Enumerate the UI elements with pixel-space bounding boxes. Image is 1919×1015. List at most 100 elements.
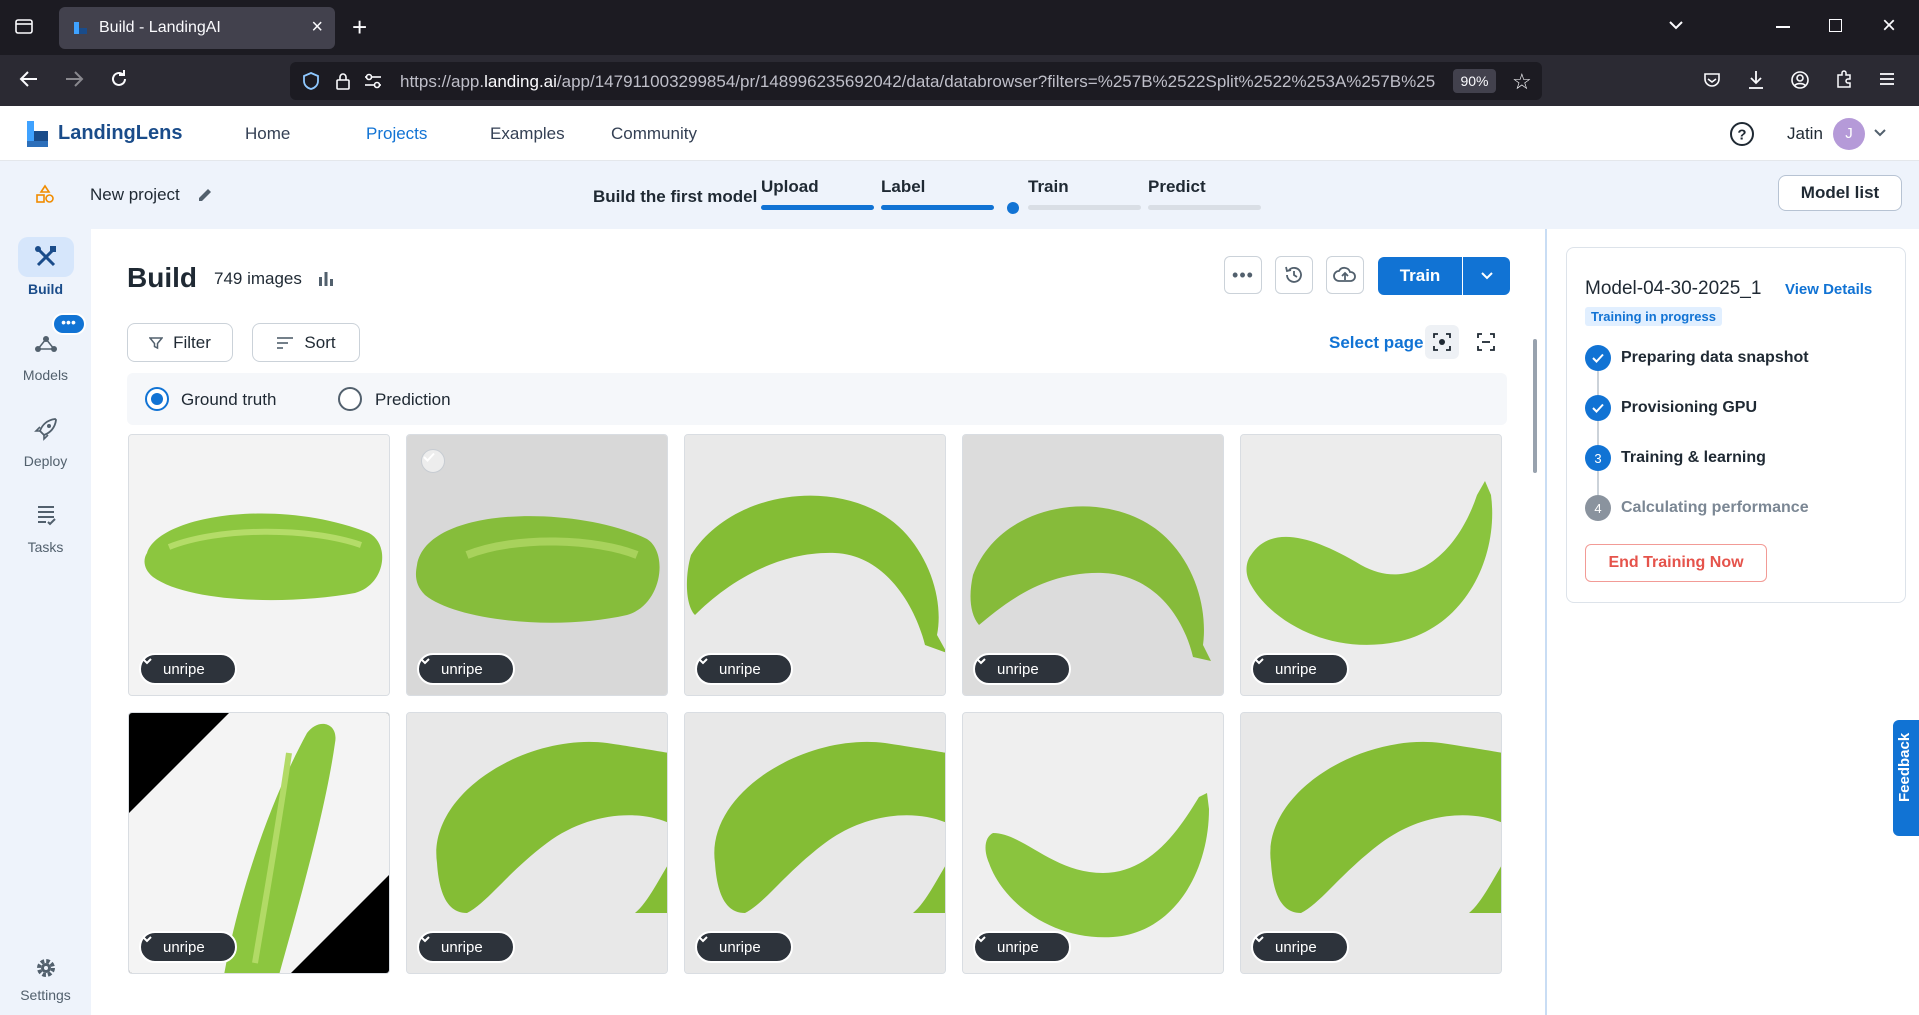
- filter-button[interactable]: Filter: [127, 323, 233, 362]
- menu-icon[interactable]: [1878, 71, 1896, 92]
- image-card[interactable]: unripe: [128, 712, 390, 974]
- user-name[interactable]: Jatin: [1787, 124, 1823, 144]
- image-card[interactable]: unripe: [128, 434, 390, 696]
- sidebar-item-models[interactable]: ••• Models: [0, 313, 91, 383]
- image-card[interactable]: unripe: [406, 434, 668, 696]
- training-status-card: Model-04-30-2025_1 View Details Training…: [1566, 247, 1906, 603]
- class-label-dropdown[interactable]: unripe: [1251, 653, 1349, 685]
- url-text[interactable]: https://app.landing.ai/app/1479110032998…: [400, 72, 1445, 92]
- image-card[interactable]: unripe: [684, 712, 946, 974]
- model-list-button[interactable]: Model list: [1778, 175, 1902, 211]
- tab-close-icon[interactable]: ×: [311, 16, 323, 38]
- end-training-button[interactable]: End Training Now: [1585, 544, 1767, 582]
- select-page-link[interactable]: Select page: [1329, 333, 1424, 353]
- reload-icon[interactable]: [108, 68, 130, 95]
- extensions-icon[interactable]: [1834, 69, 1854, 94]
- tab-list-icon[interactable]: [14, 16, 34, 41]
- nav-projects[interactable]: Projects: [366, 124, 427, 144]
- avatar[interactable]: J: [1833, 118, 1865, 150]
- site-permissions-icon[interactable]: [363, 72, 383, 95]
- check-circle-icon: [1585, 395, 1611, 421]
- downloads-icon[interactable]: [1746, 69, 1766, 96]
- help-icon[interactable]: ?: [1729, 121, 1755, 152]
- class-label-dropdown[interactable]: unripe: [139, 931, 237, 963]
- stage-label: Training & learning: [1621, 449, 1766, 466]
- history-button[interactable]: [1275, 256, 1313, 294]
- sidebar-item-settings[interactable]: Settings: [0, 953, 91, 1003]
- restore-icon[interactable]: [1829, 19, 1842, 32]
- stats-bar-chart-icon[interactable]: [317, 269, 335, 292]
- step-label[interactable]: Label: [881, 177, 925, 197]
- more-options-button[interactable]: •••: [1224, 256, 1262, 294]
- class-label-dropdown[interactable]: unripe: [417, 653, 515, 685]
- sort-label: Sort: [304, 332, 336, 352]
- feedback-tab[interactable]: Feedback: [1893, 720, 1919, 836]
- class-label-dropdown[interactable]: unripe: [973, 653, 1071, 685]
- class-label: unripe: [997, 660, 1039, 678]
- status-badge: Training in progress: [1585, 307, 1722, 326]
- back-icon[interactable]: [18, 68, 40, 95]
- view-details-link[interactable]: View Details: [1785, 281, 1872, 298]
- stage-label: Preparing data snapshot: [1621, 349, 1809, 366]
- image-card[interactable]: unripe: [684, 434, 946, 696]
- bookmark-star-icon[interactable]: ☆: [1512, 69, 1532, 95]
- step-current-dot: [1007, 202, 1019, 214]
- sidebar-item-build[interactable]: Build: [0, 237, 91, 297]
- train-button[interactable]: Train: [1378, 257, 1462, 295]
- focus-view-button[interactable]: [1425, 325, 1459, 359]
- label-view-toggle: Ground truth Prediction: [127, 373, 1507, 425]
- select-check-icon[interactable]: [421, 449, 445, 473]
- prediction-label[interactable]: Prediction: [375, 390, 451, 410]
- class-label-dropdown[interactable]: unripe: [695, 931, 793, 963]
- app-logo-text[interactable]: LandingLens: [58, 122, 182, 145]
- image-card[interactable]: unripe: [1240, 712, 1502, 974]
- class-label-dropdown[interactable]: unripe: [1251, 931, 1349, 963]
- expand-view-button[interactable]: [1469, 325, 1503, 359]
- class-label-dropdown[interactable]: unripe: [139, 653, 237, 685]
- class-label-dropdown[interactable]: unripe: [417, 931, 515, 963]
- url-bar[interactable]: https://app.landing.ai/app/1479110032998…: [290, 62, 1542, 100]
- sort-button[interactable]: Sort: [252, 323, 360, 362]
- step-upload[interactable]: Upload: [761, 177, 819, 197]
- ground-truth-label[interactable]: Ground truth: [181, 390, 276, 410]
- image-card[interactable]: unripe: [1240, 434, 1502, 696]
- step-predict[interactable]: Predict: [1148, 177, 1206, 197]
- landinglens-logo-icon[interactable]: [25, 119, 53, 154]
- sidebar-item-tasks[interactable]: Tasks: [0, 495, 91, 555]
- nav-examples[interactable]: Examples: [490, 124, 565, 144]
- left-sidebar: Build ••• Models Deploy Tasks Settings: [0, 229, 91, 1015]
- image-card[interactable]: unripe: [406, 712, 668, 974]
- shield-icon[interactable]: [301, 71, 321, 96]
- new-tab-icon[interactable]: +: [352, 12, 367, 43]
- nav-home[interactable]: Home: [245, 124, 290, 144]
- account-icon[interactable]: [1790, 70, 1810, 95]
- prediction-radio[interactable]: [338, 387, 362, 411]
- user-menu-chevron-icon[interactable]: [1872, 125, 1888, 146]
- nav-community[interactable]: Community: [611, 124, 697, 144]
- browser-tab-active[interactable]: Build - LandingAI ×: [59, 7, 335, 49]
- forward-icon[interactable]: [63, 68, 85, 95]
- pocket-icon[interactable]: [1702, 70, 1722, 95]
- filter-label: Filter: [173, 332, 211, 352]
- check-circle-icon: [1585, 345, 1611, 371]
- train-dropdown-button[interactable]: [1463, 257, 1510, 295]
- lock-icon[interactable]: [334, 71, 352, 96]
- grid-scrollbar[interactable]: [1533, 339, 1537, 473]
- class-label-dropdown[interactable]: unripe: [973, 931, 1071, 963]
- project-shapes-icon: [35, 184, 55, 209]
- upload-cloud-button[interactable]: [1326, 256, 1364, 294]
- tab-overflow-chevron-icon[interactable]: [1667, 16, 1685, 39]
- image-card[interactable]: unripe: [962, 434, 1224, 696]
- ground-truth-radio[interactable]: [145, 387, 169, 411]
- image-card[interactable]: unripe: [962, 712, 1224, 974]
- close-window-icon[interactable]: ×: [1882, 12, 1896, 40]
- class-label-dropdown[interactable]: unripe: [695, 653, 793, 685]
- minimize-icon[interactable]: [1776, 26, 1790, 28]
- class-label: unripe: [441, 660, 483, 678]
- edit-pencil-icon[interactable]: [196, 186, 214, 209]
- zoom-level[interactable]: 90%: [1453, 69, 1496, 93]
- step-train[interactable]: Train: [1028, 177, 1069, 197]
- sidebar-item-deploy[interactable]: Deploy: [0, 409, 91, 469]
- step-number-icon: 4: [1585, 495, 1611, 521]
- class-label: unripe: [997, 938, 1039, 956]
